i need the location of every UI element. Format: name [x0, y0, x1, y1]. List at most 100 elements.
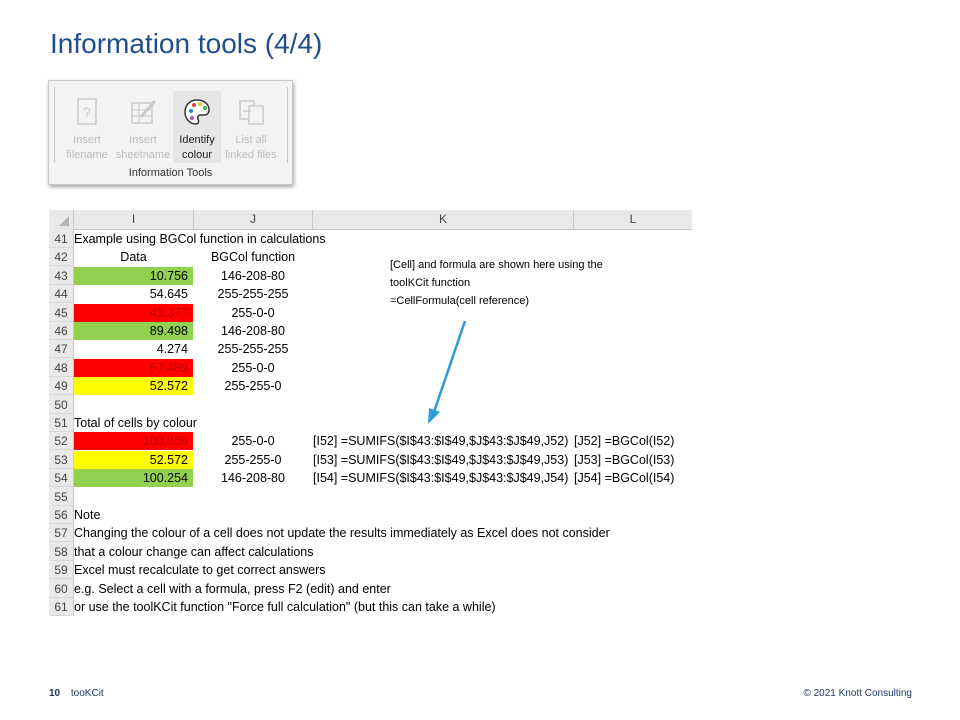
- cell-j[interactable]: BGCol function: [194, 248, 312, 266]
- cell-j[interactable]: 146-208-80: [194, 322, 312, 340]
- row-number[interactable]: 48: [49, 358, 73, 377]
- cell-j[interactable]: [194, 598, 312, 616]
- cell-i[interactable]: 100.866: [74, 432, 193, 451]
- cell-i[interactable]: 54.645: [74, 285, 193, 303]
- cell-i[interactable]: [74, 396, 193, 414]
- cell-j[interactable]: 255-0-0: [194, 304, 312, 322]
- row-number[interactable]: 58: [49, 542, 73, 561]
- cell-i[interactable]: 10.756: [74, 266, 193, 285]
- cell-l[interactable]: [574, 230, 692, 248]
- cell-j[interactable]: [194, 543, 312, 561]
- insert-filename-button[interactable]: ? Insert filename: [63, 91, 111, 163]
- row-number[interactable]: 43: [49, 266, 73, 285]
- column-header-j[interactable]: J: [194, 210, 313, 229]
- cell-l[interactable]: [J53] =BGCol(I53): [574, 451, 692, 469]
- cell-i[interactable]: Example using BGCol function in calculat…: [74, 230, 326, 248]
- cell-k[interactable]: [313, 230, 573, 248]
- cell-k[interactable]: [I53] =SUMIFS($I$43:$I$49,$J$43:$J$49,J5…: [313, 451, 573, 469]
- list-linked-files-button[interactable]: List all linked files: [225, 91, 277, 163]
- row-number[interactable]: 57: [49, 524, 73, 543]
- cell-i[interactable]: e.g. Select a cell with a formula, press…: [74, 580, 391, 598]
- cell-j[interactable]: 255-0-0: [194, 432, 312, 450]
- cell-k[interactable]: [313, 598, 573, 616]
- row-number[interactable]: 59: [49, 561, 73, 580]
- row-number[interactable]: 61: [49, 598, 73, 616]
- cell-l[interactable]: [574, 543, 692, 561]
- row-number[interactable]: 56: [49, 506, 73, 524]
- cell-i[interactable]: Excel must recalculate to get correct an…: [74, 561, 326, 579]
- row-number[interactable]: 44: [49, 285, 73, 304]
- cell-l[interactable]: [J54] =BGCol(I54): [574, 469, 692, 487]
- cell-i[interactable]: or use the toolKCit function "Force full…: [74, 598, 496, 616]
- column-header-l[interactable]: L: [574, 210, 692, 229]
- column-header-i[interactable]: I: [74, 210, 194, 229]
- cell-k[interactable]: [313, 524, 573, 542]
- row-number[interactable]: 47: [49, 340, 73, 359]
- cell-l[interactable]: [574, 322, 692, 340]
- cell-j[interactable]: [194, 524, 312, 542]
- cell-l[interactable]: [574, 506, 692, 524]
- cell-j[interactable]: [194, 414, 312, 432]
- cell-i[interactable]: 57.489: [74, 358, 193, 377]
- cell-l[interactable]: [574, 414, 692, 432]
- cell-k[interactable]: [313, 488, 573, 506]
- row-number[interactable]: 41: [49, 230, 73, 248]
- identify-colour-button[interactable]: Identify colour: [173, 91, 221, 163]
- cell-j[interactable]: [194, 488, 312, 506]
- cell-k[interactable]: [I54] =SUMIFS($I$43:$I$49,$J$43:$J$49,J5…: [313, 469, 573, 487]
- select-all-corner[interactable]: [49, 210, 74, 229]
- cell-i[interactable]: Data: [74, 248, 193, 266]
- row-number[interactable]: 50: [49, 395, 73, 414]
- cell-j[interactable]: [194, 230, 312, 248]
- row-number[interactable]: 49: [49, 377, 73, 396]
- cell-j[interactable]: [194, 396, 312, 414]
- cell-k[interactable]: [313, 506, 573, 524]
- cell-j[interactable]: [194, 580, 312, 598]
- cell-j[interactable]: 255-255-255: [194, 285, 312, 303]
- cell-l[interactable]: [574, 524, 692, 542]
- cell-j[interactable]: 146-208-80: [194, 469, 312, 487]
- cell-l[interactable]: [574, 340, 692, 358]
- row-number[interactable]: 42: [49, 248, 73, 267]
- row-number[interactable]: 55: [49, 487, 73, 506]
- row-number[interactable]: 54: [49, 469, 73, 488]
- row-number[interactable]: 46: [49, 322, 73, 340]
- cell-k[interactable]: [313, 561, 573, 579]
- insert-sheetname-button[interactable]: Insert sheetname: [116, 91, 170, 163]
- cell-i[interactable]: 100.254: [74, 469, 193, 488]
- cell-l[interactable]: [574, 580, 692, 598]
- cell-l[interactable]: [574, 377, 692, 395]
- cell-l[interactable]: [J52] =BGCol(I52): [574, 432, 692, 450]
- cell-i[interactable]: [74, 488, 193, 506]
- cell-i[interactable]: Total of cells by colour: [74, 414, 197, 432]
- column-header-k[interactable]: K: [313, 210, 574, 229]
- cell-l[interactable]: [574, 359, 692, 377]
- row-number[interactable]: 52: [49, 432, 73, 451]
- cell-j[interactable]: 255-255-0: [194, 377, 312, 395]
- cell-l[interactable]: [574, 396, 692, 414]
- cell-j[interactable]: 255-0-0: [194, 359, 312, 377]
- cell-l[interactable]: [574, 488, 692, 506]
- cell-l[interactable]: [574, 598, 692, 616]
- row-number[interactable]: 51: [49, 414, 73, 432]
- cell-j[interactable]: 255-255-0: [194, 451, 312, 469]
- cell-k[interactable]: [I52] =SUMIFS($I$43:$I$49,$J$43:$J$49,J5…: [313, 432, 573, 450]
- cell-i[interactable]: 52.572: [74, 377, 193, 396]
- cell-j[interactable]: [194, 561, 312, 579]
- row-number[interactable]: 53: [49, 450, 73, 469]
- cell-i[interactable]: 89.498: [74, 322, 193, 340]
- cell-l[interactable]: [574, 561, 692, 579]
- cell-k[interactable]: [313, 580, 573, 598]
- cell-j[interactable]: [194, 506, 312, 524]
- cell-i[interactable]: 43.377: [74, 303, 193, 322]
- cell-j[interactable]: 146-208-80: [194, 267, 312, 285]
- cell-i[interactable]: Changing the colour of a cell does not u…: [74, 524, 610, 542]
- row-number[interactable]: 60: [49, 579, 73, 598]
- cell-i[interactable]: that a colour change can affect calculat…: [74, 543, 314, 561]
- cell-k[interactable]: [313, 543, 573, 561]
- cell-i[interactable]: 4.274: [74, 340, 193, 358]
- cell-i[interactable]: 52.572: [74, 450, 193, 469]
- cell-j[interactable]: 255-255-255: [194, 340, 312, 358]
- row-number[interactable]: 45: [49, 303, 73, 322]
- cell-i[interactable]: Note: [74, 506, 193, 524]
